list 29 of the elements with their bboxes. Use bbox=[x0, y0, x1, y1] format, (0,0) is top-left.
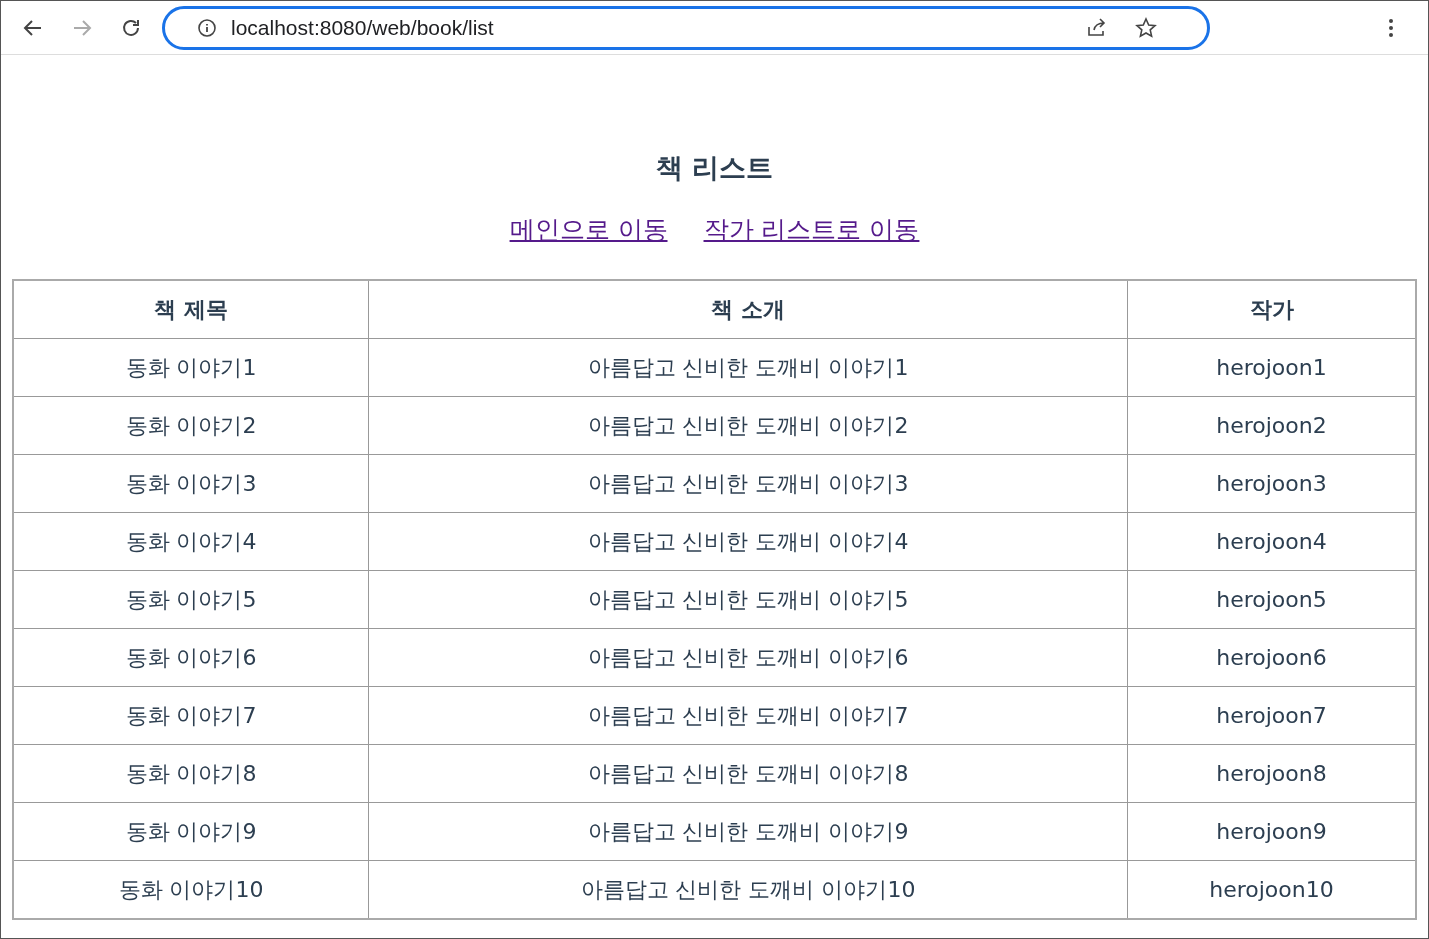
url-text: localhost:8080/web/book/list bbox=[231, 15, 495, 40]
table-cell: 아름답고 신비한 도깨비 이야기1 bbox=[368, 338, 1128, 397]
table-cell: 동화 이야기7 bbox=[13, 686, 369, 745]
table-cell: 아름답고 신비한 도깨비 이야기9 bbox=[368, 802, 1128, 861]
star-icon[interactable] bbox=[1135, 16, 1157, 39]
table-cell: 아름답고 신비한 도깨비 이야기3 bbox=[368, 454, 1128, 513]
table-cell: 동화 이야기3 bbox=[13, 454, 369, 513]
info-icon[interactable] bbox=[197, 17, 217, 38]
table-cell: 동화 이야기4 bbox=[13, 512, 369, 571]
column-header: 책 소개 bbox=[368, 280, 1128, 339]
page-title: 책 리스트 bbox=[654, 151, 775, 185]
nav-link[interactable]: 작가 리스트로 이동 bbox=[703, 213, 920, 247]
column-header: 책 제목 bbox=[13, 280, 369, 339]
table-cell: 아름답고 신비한 도깨비 이야기7 bbox=[368, 686, 1128, 745]
nav-link[interactable]: 메인으로 이동 bbox=[509, 213, 668, 247]
table-cell: 아름답고 신비한 도깨비 이야기8 bbox=[368, 744, 1128, 803]
table-cell: 동화 이야기1 bbox=[13, 338, 369, 397]
table-cell: 아름답고 신비한 도깨비 이야기5 bbox=[368, 570, 1128, 629]
table-cell: 동화 이야기9 bbox=[13, 802, 369, 861]
table-cell: 아름답고 신비한 도깨비 이야기2 bbox=[368, 396, 1128, 455]
share-icon[interactable] bbox=[1085, 16, 1107, 39]
menu-icon[interactable] bbox=[1388, 16, 1394, 39]
table-cell: 아름답고 신비한 도깨비 이야기4 bbox=[368, 512, 1128, 571]
table-cell: 아름답고 신비한 도깨비 이야기6 bbox=[368, 628, 1128, 687]
table-cell: 동화 이야기8 bbox=[13, 744, 369, 803]
table-cell: 동화 이야기6 bbox=[13, 628, 369, 687]
table-cell: 동화 이야기5 bbox=[13, 570, 369, 629]
address-bar[interactable]: localhost:8080/web/book/list bbox=[162, 5, 1210, 50]
table-cell: 동화 이야기2 bbox=[13, 396, 369, 455]
